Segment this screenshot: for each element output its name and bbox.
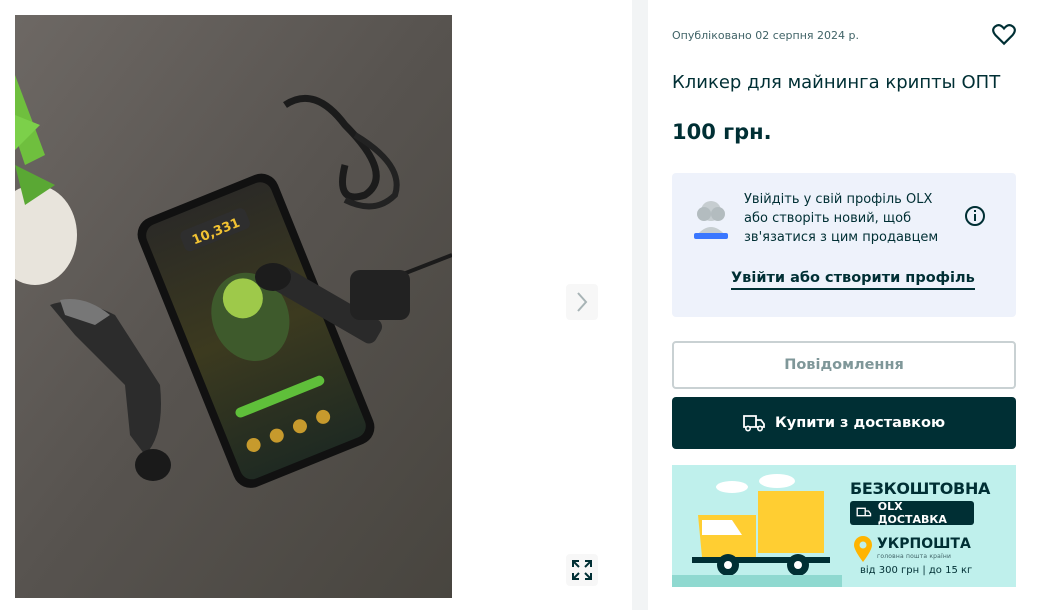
listing-title: Кликер для майнинга крипты ОПТ <box>672 72 1001 93</box>
delivery-truck-illustration <box>672 474 842 587</box>
carrier-tagline: головна пошта країни <box>877 553 952 560</box>
olx-delivery-badge-label: OLX ДОСТАВКА <box>877 500 947 526</box>
message-button[interactable]: Повідомлення <box>672 341 1016 389</box>
login-prompt: Увійдіть у свій профіль OLX або створіть… <box>672 173 1016 317</box>
heart-icon[interactable] <box>991 22 1017 48</box>
posted-date: Опубліковано 02 серпня 2024 р. <box>672 29 860 42</box>
photo-gallery: 10,331 <box>0 0 632 610</box>
expand-icon <box>572 560 592 580</box>
info-icon[interactable] <box>964 205 986 227</box>
delivery-terms: від 300 грн | до 15 кг <box>860 565 973 576</box>
chevron-right-icon <box>577 292 588 312</box>
message-button-label: Повідомлення <box>784 357 904 373</box>
location-pin-icon <box>854 536 872 562</box>
truck-icon <box>743 415 765 432</box>
fullscreen-button[interactable] <box>566 554 598 586</box>
listing-panel: Опубліковано 02 серпня 2024 р. Кликер дл… <box>648 0 1042 610</box>
product-photo-illustration: 10,331 <box>15 15 452 598</box>
listing-price: 100 грн. <box>672 120 772 144</box>
promo-free-label: БЕЗКОШТОВНА <box>850 479 991 498</box>
login-prompt-text: Увійдіть у свій профіль OLX або створіть… <box>744 192 939 245</box>
profile-avatar-icon <box>694 201 728 239</box>
next-photo-button[interactable] <box>566 284 598 320</box>
carrier-name: УКРПОШТА <box>877 536 971 552</box>
next-section-stub <box>672 600 1016 610</box>
buy-with-delivery-button[interactable]: Купити з доставкою <box>672 397 1016 449</box>
truck-icon <box>856 507 872 517</box>
buy-button-label: Купити з доставкою <box>774 415 946 431</box>
product-photo[interactable]: 10,331 <box>15 15 452 598</box>
olx-delivery-badge: OLX ДОСТАВКА <box>850 500 974 526</box>
delivery-promo-banner[interactable]: БЕЗКОШТОВНА OLX ДОСТАВКА УКРПОШТА головн… <box>672 465 1016 587</box>
login-link[interactable]: Увійти або створити профіль <box>731 270 975 290</box>
